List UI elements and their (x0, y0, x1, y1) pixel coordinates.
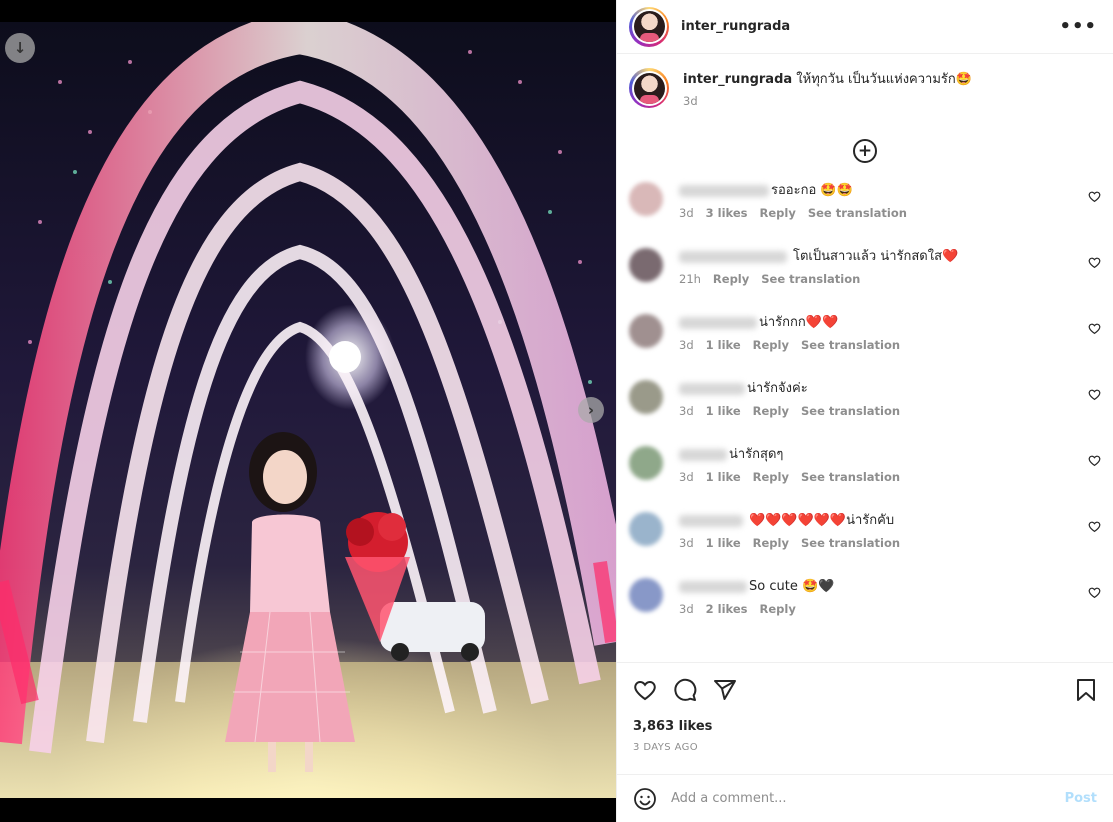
commenter-avatar[interactable] (629, 578, 663, 612)
post-header: inter_rungrada ••• (617, 0, 1113, 54)
comment-time: 3d (679, 206, 694, 220)
post-media: ↓ › (0, 0, 616, 822)
comment-likes[interactable]: 3 likes (706, 206, 748, 220)
reply-button[interactable]: Reply (753, 338, 789, 352)
comment-time: 3d (679, 470, 694, 484)
comment-time: 3d (679, 536, 694, 550)
comment-heart-icon[interactable] (1088, 190, 1101, 203)
post-actions: 3,863 likes 3 DAYS AGO (617, 662, 1113, 774)
see-translation-button[interactable]: See translation (801, 536, 900, 550)
comment-heart-icon[interactable] (1088, 256, 1101, 269)
post-comment-button[interactable]: Post (1065, 791, 1097, 806)
reply-button[interactable]: Reply (713, 272, 749, 286)
commenter-name-blurred[interactable] (679, 251, 787, 263)
caption-time: 3d (683, 94, 698, 108)
commenter-avatar[interactable] (629, 380, 663, 414)
commenter-avatar[interactable] (629, 512, 663, 546)
comment-time: 3d (679, 404, 694, 418)
reply-button[interactable]: Reply (753, 470, 789, 484)
next-slide-button[interactable]: › (578, 397, 604, 423)
commenter-name-blurred[interactable] (679, 185, 769, 197)
post-photo[interactable]: ↓ › (0, 22, 616, 798)
more-options-icon[interactable]: ••• (1059, 16, 1097, 37)
comment-heart-icon[interactable] (1088, 322, 1101, 335)
commenter-avatar[interactable] (629, 314, 663, 348)
commenter-name-blurred[interactable] (679, 383, 745, 395)
comment-time: 3d (679, 602, 694, 616)
comment-item: น่ารักสุดๆ 3d 1 like Reply See translati… (617, 440, 1113, 506)
reply-button[interactable]: Reply (753, 536, 789, 550)
commenter-name-blurred[interactable] (679, 317, 757, 329)
light-tunnel-illustration (0, 22, 616, 798)
chevron-right-icon: › (587, 401, 595, 419)
comment-likes[interactable]: 1 like (706, 536, 741, 550)
comment-text: น่ารักจังค่ะ (747, 381, 808, 396)
see-translation-button[interactable]: See translation (761, 272, 860, 286)
avatar[interactable] (629, 6, 669, 47)
see-translation-button[interactable]: See translation (801, 338, 900, 352)
caption-avatar[interactable] (629, 68, 669, 108)
see-translation-button[interactable]: See translation (801, 404, 900, 418)
comment-item: น่ารักกก❤️❤️ 3d 1 like Reply See transla… (617, 308, 1113, 374)
post-caption: inter_rungrada ให้ทุกวัน เป็นวันแห่งความ… (617, 54, 1113, 126)
comment-item: โตเป็นสาวแล้ว น่ารักสดใส❤️ 21h Reply See… (617, 242, 1113, 308)
add-comment-bar: Post (617, 774, 1113, 822)
reply-button[interactable]: Reply (760, 602, 796, 616)
caption-text: ให้ทุกวัน เป็นวันแห่งความรัก🤩 (796, 72, 972, 87)
header-username[interactable]: inter_rungrada (681, 19, 790, 34)
comment-item: So cute 🤩🖤 3d 2 likes Reply (617, 572, 1113, 638)
see-translation-button[interactable]: See translation (801, 470, 900, 484)
comment-time: 21h (679, 272, 701, 286)
see-translation-button[interactable]: See translation (808, 206, 907, 220)
commenter-avatar[interactable] (629, 182, 663, 216)
comment-likes[interactable]: 2 likes (706, 602, 748, 616)
comment-text: น่ารักกก❤️❤️ (759, 315, 839, 330)
emoji-icon[interactable] (633, 787, 657, 811)
heart-icon[interactable] (633, 678, 657, 702)
caption-username[interactable]: inter_rungrada (683, 72, 792, 87)
plus-circle-icon: + (853, 139, 877, 163)
likes-count[interactable]: 3,863 likes (633, 719, 1097, 734)
load-more-comments-button[interactable]: + (617, 126, 1113, 176)
comment-text: ❤️❤️❤️❤️❤️❤️น่ารักคับ (749, 513, 895, 528)
share-icon[interactable] (713, 678, 737, 702)
comment-heart-icon[interactable] (1088, 388, 1101, 401)
comment-likes[interactable]: 1 like (706, 470, 741, 484)
comment-text: โตเป็นสาวแล้ว น่ารักสดใส❤️ (793, 249, 959, 264)
comments-list: รออะกอ 🤩🤩 3d 3 likes Reply See translati… (617, 176, 1113, 646)
commenter-name-blurred[interactable] (679, 449, 727, 461)
comment-icon[interactable] (673, 678, 697, 702)
commenter-name-blurred[interactable] (679, 581, 747, 593)
download-button[interactable]: ↓ (5, 33, 35, 63)
comment-heart-icon[interactable] (1088, 520, 1101, 533)
comment-time: 3d (679, 338, 694, 352)
bookmark-icon[interactable] (1075, 678, 1097, 702)
comment-text: น่ารักสุดๆ (729, 447, 784, 462)
comment-item: รออะกอ 🤩🤩 3d 3 likes Reply See translati… (617, 176, 1113, 242)
comment-likes[interactable]: 1 like (706, 404, 741, 418)
comment-text: รออะกอ 🤩🤩 (771, 183, 853, 198)
comment-text: So cute 🤩🖤 (749, 579, 835, 594)
reply-button[interactable]: Reply (760, 206, 796, 220)
commenter-avatar[interactable] (629, 446, 663, 480)
reply-button[interactable]: Reply (753, 404, 789, 418)
post-date: 3 DAYS AGO (633, 742, 699, 753)
comment-input[interactable] (671, 791, 1065, 806)
commenter-name-blurred[interactable] (679, 515, 743, 527)
comment-item: น่ารักจังค่ะ 3d 1 like Reply See transla… (617, 374, 1113, 440)
post-detail-panel: inter_rungrada ••• inter_rungrada ให้ทุก… (616, 0, 1113, 822)
arrow-down-icon: ↓ (13, 39, 27, 57)
comment-item: ❤️❤️❤️❤️❤️❤️น่ารักคับ 3d 1 like Reply Se… (617, 506, 1113, 572)
comment-likes[interactable]: 1 like (706, 338, 741, 352)
comment-heart-icon[interactable] (1088, 586, 1101, 599)
comment-heart-icon[interactable] (1088, 454, 1101, 467)
commenter-avatar[interactable] (629, 248, 663, 282)
